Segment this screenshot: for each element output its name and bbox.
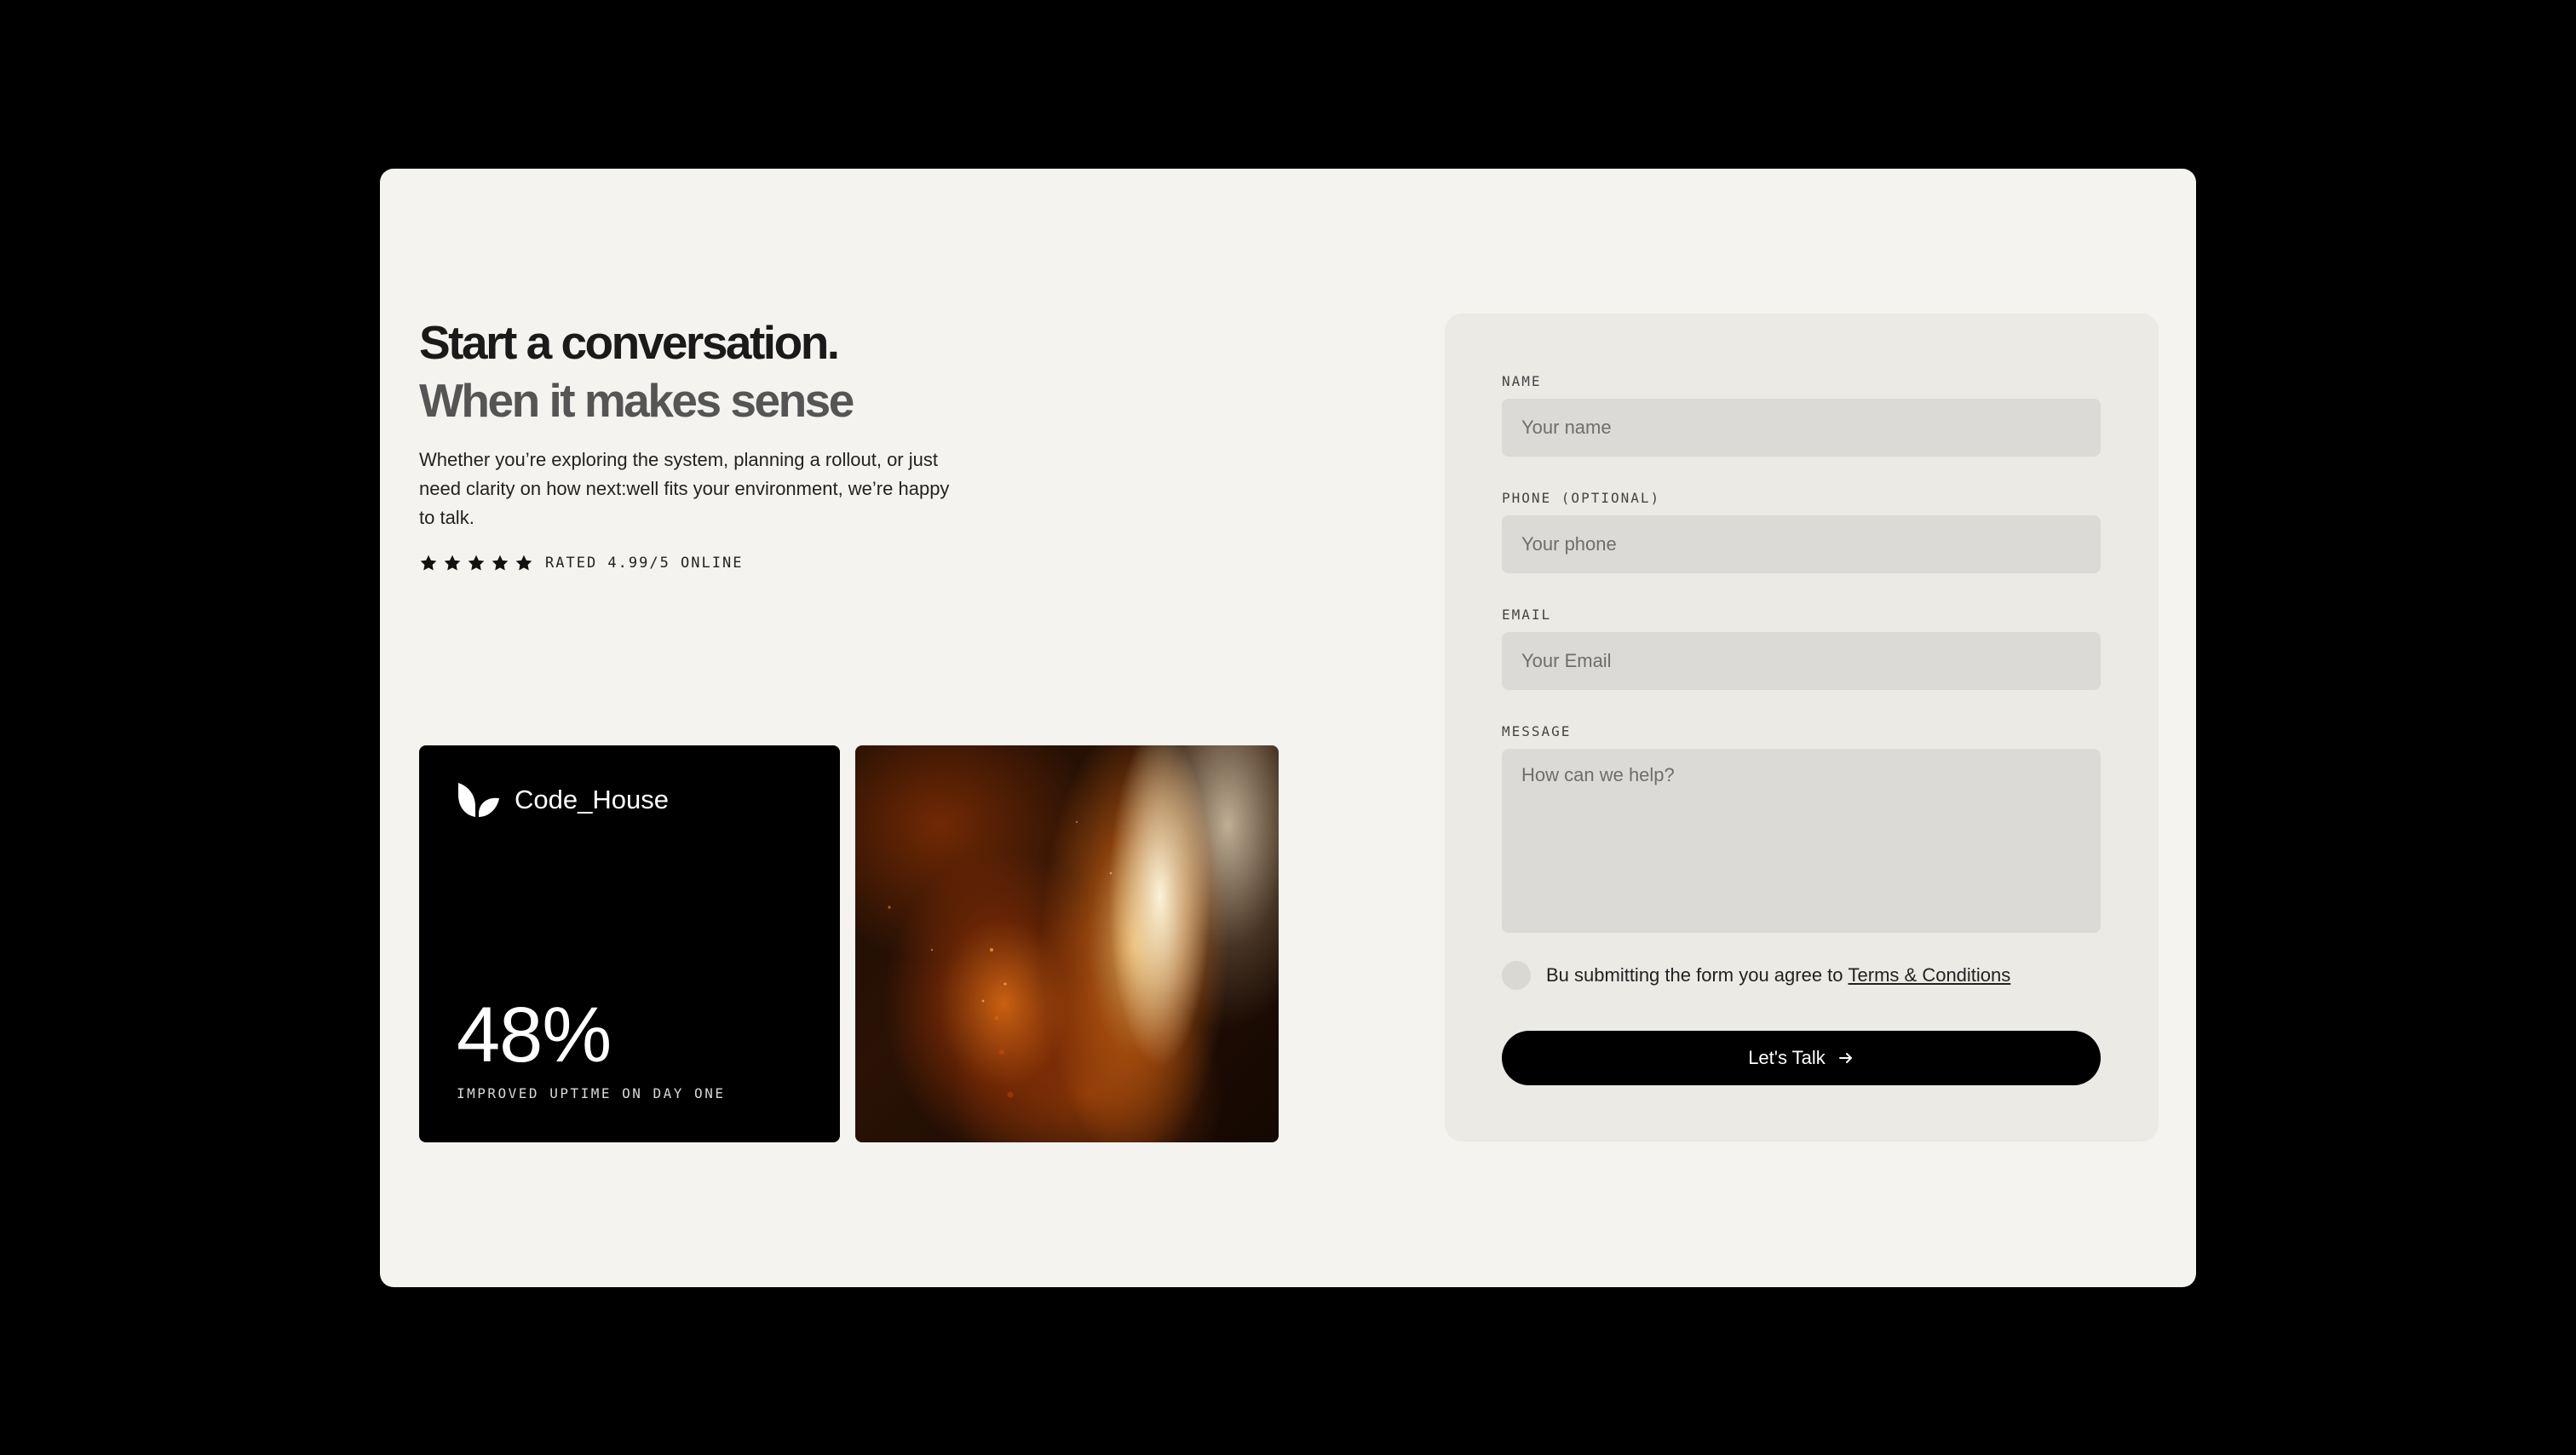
rating-text: RATED 4.99/5 ONLINE bbox=[545, 555, 744, 572]
submit-button[interactable]: Let's Talk bbox=[1502, 1031, 2101, 1085]
submit-button-label: Let's Talk bbox=[1748, 1047, 1826, 1068]
message-textarea[interactable] bbox=[1502, 749, 2101, 933]
stat-card: Code_House 48% IMPROVED UPTIME ON DAY ON… bbox=[419, 745, 840, 1142]
email-input[interactable] bbox=[1502, 632, 2101, 690]
arrow-right-icon bbox=[1838, 1053, 1852, 1063]
name-input[interactable] bbox=[1502, 399, 2101, 457]
page-title: Start a conversation. When it makes sens… bbox=[419, 313, 854, 429]
fire-image bbox=[855, 745, 1279, 1142]
phone-label: PHONE (OPTIONAL) bbox=[1502, 490, 1661, 506]
rating: RATED 4.99/5 ONLINE bbox=[419, 554, 743, 572]
leaf-logo-icon bbox=[458, 783, 499, 817]
rating-stars bbox=[419, 554, 533, 572]
intro-text: Whether you’re exploring the system, pla… bbox=[419, 449, 950, 528]
terms-link[interactable]: Terms & Conditions bbox=[1849, 964, 2011, 986]
terms-agreement: Bu submitting the form you agree to Term… bbox=[1502, 961, 2010, 990]
email-label: EMAIL bbox=[1502, 607, 1552, 623]
star-icon bbox=[420, 555, 437, 571]
star-icon bbox=[515, 555, 532, 571]
contact-card: Start a conversation. When it makes sens… bbox=[380, 169, 2196, 1287]
stat-caption: IMPROVED UPTIME ON DAY ONE bbox=[457, 1085, 726, 1101]
title-line-2: When it makes sense bbox=[419, 374, 854, 427]
brand: Code_House bbox=[457, 781, 669, 819]
title-line-1: Start a conversation. bbox=[419, 316, 840, 369]
brand-name: Code_House bbox=[515, 785, 669, 814]
star-icon bbox=[444, 555, 461, 571]
ember-sparks bbox=[888, 820, 1113, 1098]
star-icon bbox=[492, 555, 509, 571]
message-label: MESSAGE bbox=[1502, 723, 1572, 739]
name-label: NAME bbox=[1502, 373, 1542, 389]
contact-form: NAME PHONE (OPTIONAL) EMAIL MESSAGE Bu s… bbox=[1445, 313, 2159, 1142]
phone-input[interactable] bbox=[1502, 515, 2101, 573]
star-icon bbox=[468, 555, 485, 571]
stat-value: 48% bbox=[457, 992, 612, 1078]
terms-checkbox[interactable] bbox=[1502, 961, 1531, 990]
terms-agreement-text: Bu submitting the form you agree to bbox=[1546, 964, 1843, 986]
